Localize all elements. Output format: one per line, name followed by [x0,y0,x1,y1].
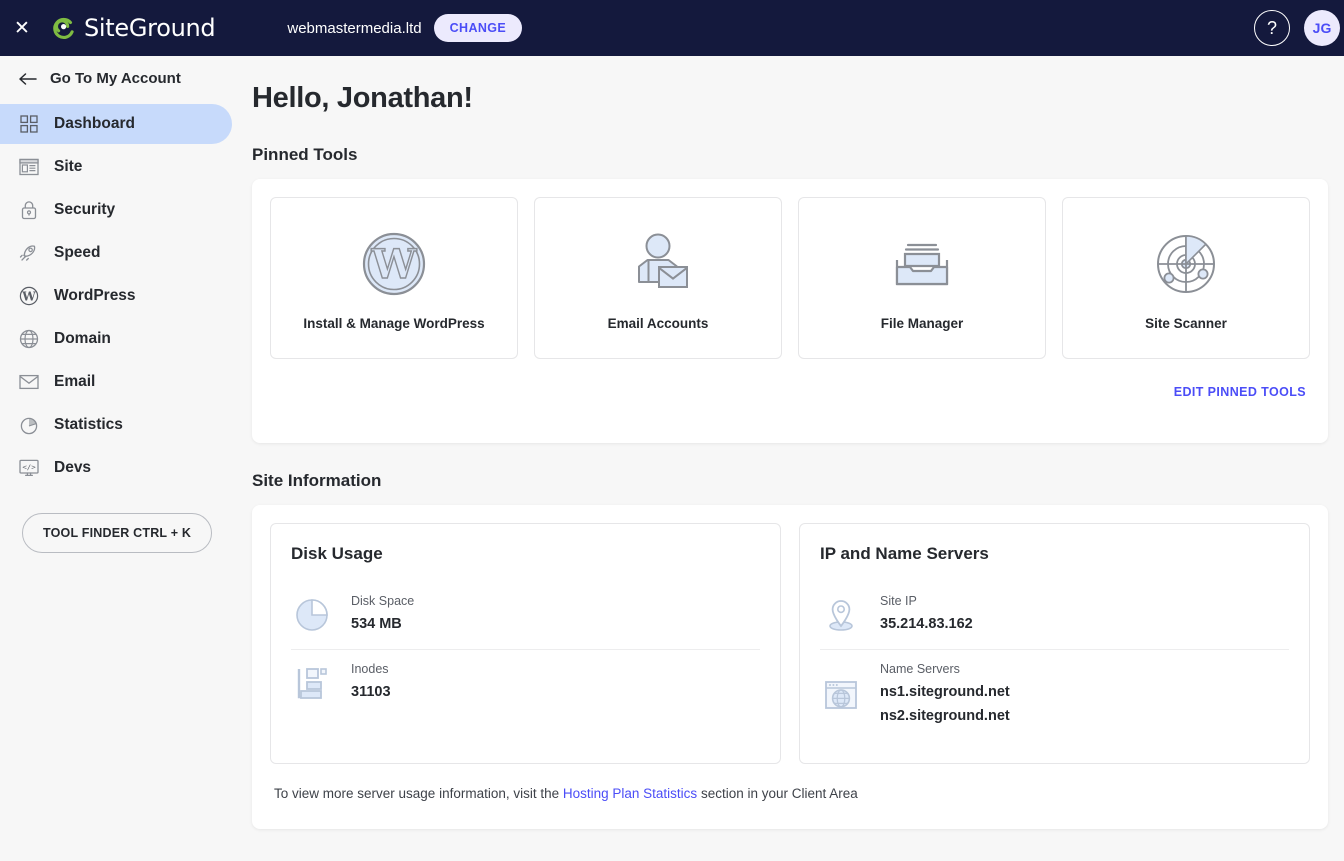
tool-label: Email Accounts [607,315,709,331]
sidebar-item-site[interactable]: Site [0,147,232,187]
sidebar: Go To My Account Dashboard Site Security… [0,56,232,861]
sidebar-item-dashboard[interactable]: Dashboard [0,104,232,144]
page-title: Hello, Jonathan! [252,82,473,114]
ip-name-servers-title: IP and Name Servers [820,544,989,563]
top-header-bar: ✕ SiteGround webmastermedia.ltd CHANGE ?… [0,0,1344,56]
info-label: Site IP [880,594,917,608]
disk-space-row: Disk Space 534 MB [291,582,760,649]
sidebar-item-statistics[interactable]: Statistics [0,405,232,445]
pinned-tools-row: W Install & Manage WordPress Email Accou… [270,197,1310,359]
sidebar-item-label: Statistics [54,416,123,433]
inodes-icon [291,662,333,704]
site-information-card: Disk Usage Disk Space 534 MB Inodes 3110… [252,505,1328,829]
site-information-heading: Site Information [252,471,382,490]
site-domain-label: webmastermedia.ltd [287,19,422,37]
svg-text:</>: </> [22,462,36,471]
grid-icon [18,113,40,135]
radar-icon [1157,234,1215,293]
sidebar-item-security[interactable]: Security [0,190,232,230]
sidebar-item-label: Devs [54,459,92,476]
rocket-icon [18,242,40,264]
sidebar-item-label: Email [54,373,96,390]
tool-finder-button[interactable]: TOOL FINDER CTRL + K [22,513,213,553]
pie-chart-icon [291,594,333,636]
info-label: Inodes [351,661,389,676]
sidebar-item-label: WordPress [54,287,136,304]
sidebar-item-label: Domain [54,330,111,347]
sidebar-item-domain[interactable]: Domain [0,319,232,359]
disk-usage-title: Disk Usage [291,544,383,563]
pinned-tools-heading: Pinned Tools [252,145,358,164]
siteground-mark-icon [53,17,74,39]
arrow-left-icon [19,72,37,85]
browser-icon [18,156,40,178]
svg-text:W: W [371,241,418,288]
tool-file-manager[interactable]: File Manager [798,197,1046,359]
lock-icon [18,199,40,221]
globe-icon [18,328,40,350]
info-value: ns1.siteground.net [880,683,1010,700]
pie-chart-icon [18,414,40,436]
hosting-plan-statistics-link[interactable]: Hosting Plan Statistics [563,786,697,801]
disk-usage-panel: Disk Usage Disk Space 534 MB Inodes 3110… [270,523,781,764]
file-tray-icon [895,243,949,285]
site-information-panels: Disk Usage Disk Space 534 MB Inodes 3110… [270,523,1310,764]
info-label: Disk Space [351,594,415,608]
tool-email-accounts[interactable]: Email Accounts [534,197,782,359]
help-icon[interactable]: ? [1254,10,1290,46]
pinned-tools-card: W Install & Manage WordPress Email Accou… [252,179,1328,443]
inodes-row: Inodes 31103 [291,648,760,717]
tool-site-scanner[interactable]: Site Scanner [1062,197,1310,359]
info-value: 534 MB [351,616,402,632]
sidebar-item-label: Site [54,158,83,175]
location-pin-icon [820,594,862,636]
edit-pinned-tools-link[interactable]: EDIT PINNED TOOLS [1174,385,1306,399]
sidebar-item-speed[interactable]: Speed [0,233,232,273]
info-value: 35.214.83.162 [880,616,973,632]
tool-install-manage-wordpress[interactable]: W Install & Manage WordPress [270,197,518,359]
name-servers-row: Name Servers ns1.siteground.net ns2.site… [820,648,1289,741]
site-ip-row: Site IP 35.214.83.162 [820,582,1289,649]
tool-label: File Manager [880,315,964,331]
tool-label: Install & Manage WordPress [303,315,485,331]
go-to-my-account-link[interactable]: Go To My Account [0,56,232,101]
footnote: To view more server usage information, v… [270,764,1310,811]
sidebar-item-label: Security [54,201,116,218]
wordpress-logo-icon: W [362,232,426,295]
footnote-text-after: section in your Client Area [697,785,858,801]
tool-label: Site Scanner [1145,315,1227,331]
envelope-icon [18,371,40,393]
sidebar-item-label: Speed [54,244,101,261]
go-to-my-account-label: Go To My Account [50,70,181,87]
user-envelope-icon [638,233,688,288]
ip-name-servers-panel: IP and Name Servers Site IP 35.214.83.16 [799,523,1310,764]
close-icon[interactable]: ✕ [0,0,44,56]
code-monitor-icon: </> [18,457,40,479]
browser-globe-icon [820,674,862,716]
avatar[interactable]: JG [1304,10,1340,46]
site-selector: webmastermedia.ltd CHANGE [287,14,523,42]
info-value: 31103 [351,683,391,700]
sidebar-item-wordpress[interactable]: W WordPress [0,276,232,316]
brand-name: SiteGround [84,14,216,42]
info-label: Name Servers [880,661,960,676]
siteground-logo[interactable]: SiteGround [50,14,216,42]
wordpress-icon: W [18,285,40,307]
sidebar-item-label: Dashboard [54,115,135,132]
sidebar-item-devs[interactable]: </> Devs [0,448,232,488]
site-information-section: Site Information Disk Usage Disk Space 5… [252,471,1328,829]
svg-text:W: W [21,290,36,304]
edit-pinned-row: EDIT PINNED TOOLS [270,359,1310,399]
info-value-secondary: ns2.siteground.net [880,708,1010,725]
sidebar-item-email[interactable]: Email [0,362,232,402]
main-content: Hello, Jonathan! Pinned Tools W Install … [232,56,1344,861]
change-site-button[interactable]: CHANGE [433,14,523,42]
header-actions: ? JG [1254,10,1344,46]
footnote-text-before: To view more server usage information, v… [274,785,563,801]
